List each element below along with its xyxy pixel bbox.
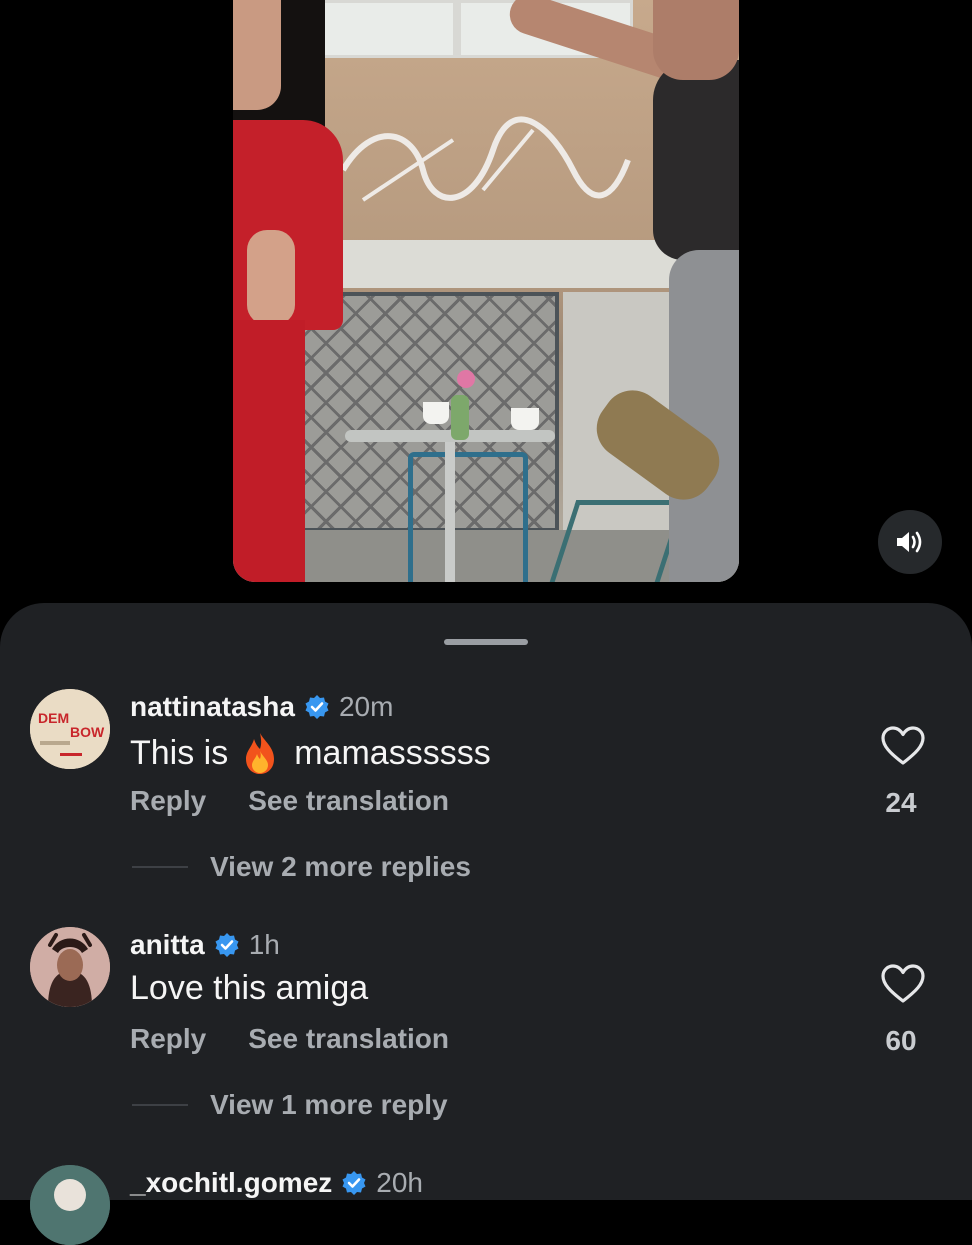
- comment-header: nattinatasha 20m: [130, 689, 393, 725]
- flower: [457, 370, 475, 388]
- table-leg: [445, 440, 455, 582]
- view-replies-label: View 2 more replies: [210, 851, 471, 882]
- dancer-left-pants: [233, 320, 305, 582]
- dancer-left-face: [233, 0, 281, 110]
- comment-actions: Reply See translation: [130, 1023, 449, 1055]
- comment-text: This is mamassssss: [130, 731, 491, 775]
- replies-divider: [132, 1104, 188, 1106]
- reply-button[interactable]: Reply: [130, 785, 206, 817]
- comment-header: anitta 1h: [130, 927, 280, 963]
- verified-badge-icon: [305, 695, 329, 719]
- comment-time: 20m: [338, 691, 394, 722]
- profile-photo-avatar: [30, 927, 110, 1007]
- reel-video[interactable]: [233, 0, 739, 582]
- vase: [451, 395, 469, 440]
- speaker-on-icon: [897, 531, 922, 553]
- avatar[interactable]: [30, 1165, 110, 1245]
- comment-time: 20h: [376, 1167, 423, 1198]
- sound-toggle-button[interactable]: [878, 510, 942, 574]
- cup: [511, 408, 539, 430]
- see-translation-button[interactable]: See translation: [248, 1023, 449, 1055]
- comment-text: Love this amiga: [130, 969, 369, 1007]
- dancer-right-head: [653, 0, 739, 80]
- avatar[interactable]: [30, 927, 110, 1007]
- avatar[interactable]: DEM BOW: [30, 689, 110, 769]
- comments-sheet: DEM BOW nattinatasha 20m This is mamasss…: [0, 603, 972, 1245]
- replies-divider: [132, 866, 188, 868]
- avatar-logo-text: DEM: [38, 710, 69, 726]
- heart-icon[interactable]: [880, 963, 926, 1005]
- fire-emoji-icon: [246, 733, 275, 774]
- like-count: 60: [885, 1025, 917, 1056]
- chair: [408, 452, 528, 582]
- comment-time: 1h: [248, 929, 280, 960]
- view-replies-button[interactable]: View 2 more replies: [132, 851, 471, 883]
- view-replies-button[interactable]: View 1 more reply: [132, 1089, 448, 1121]
- verified-badge-icon: [342, 1171, 366, 1195]
- avatar-logo-text: BOW: [70, 724, 105, 740]
- dancer-right-skirt: [669, 250, 739, 582]
- comment-actions: Reply See translation: [130, 785, 449, 817]
- dancer-right-body: [653, 60, 739, 260]
- graffiti: [340, 116, 631, 202]
- reply-button[interactable]: Reply: [130, 1023, 206, 1055]
- see-translation-button[interactable]: See translation: [248, 785, 449, 817]
- like-count: 24: [885, 787, 917, 818]
- username-link[interactable]: anitta: [130, 929, 205, 961]
- dancer-left-belly: [247, 230, 295, 325]
- profile-photo-avatar: [30, 1165, 110, 1245]
- cup: [423, 402, 449, 424]
- verified-badge-icon: [215, 933, 239, 957]
- table: [345, 430, 555, 442]
- username-link[interactable]: _xochitl.gomez: [130, 1167, 332, 1199]
- username-link[interactable]: nattinatasha: [130, 691, 295, 723]
- view-replies-label: View 1 more reply: [210, 1089, 448, 1120]
- heart-icon[interactable]: [880, 725, 926, 767]
- comment-header: _xochitl.gomez 20h: [130, 1165, 423, 1201]
- comment-text-part: This is: [130, 733, 229, 772]
- sheet-grabber[interactable]: [444, 639, 528, 645]
- comment-text-part: mamassssss: [294, 733, 491, 772]
- album-art-avatar: DEM BOW: [30, 689, 110, 769]
